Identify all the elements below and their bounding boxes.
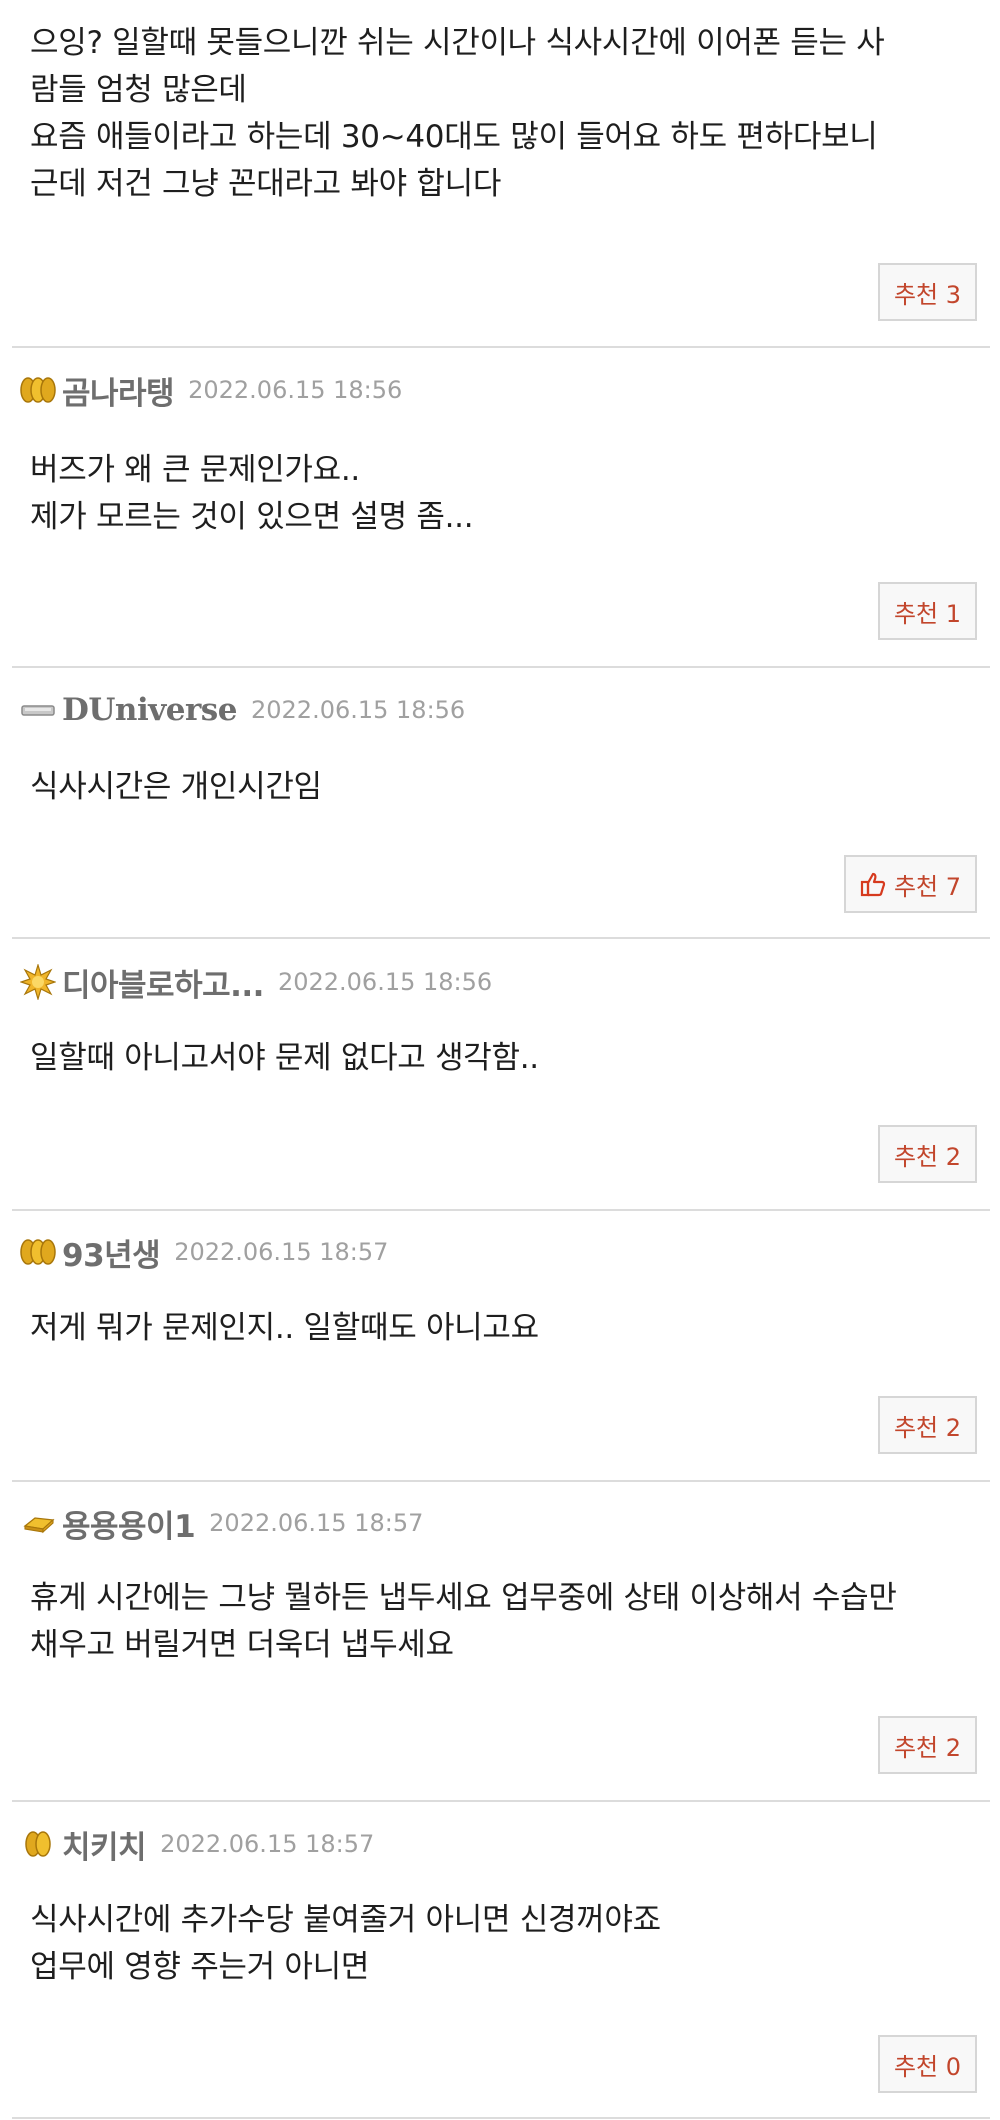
comment-date: 2022.06.15 18:56 <box>277 968 493 996</box>
recommend-button[interactable]: 추천 0 <box>877 2035 977 2093</box>
divider <box>12 1800 990 1802</box>
recommend-button[interactable]: 추천 2 <box>877 1396 977 1454</box>
recommend-count: 추천 1 <box>893 599 961 628</box>
comment-header: 93년생 2022.06.15 18:57 <box>18 1230 389 1275</box>
comment-line: 람들 엄청 많은데 <box>30 72 247 108</box>
recommend-count: 추천 7 <box>893 872 961 901</box>
triple-gold-coin-icon <box>18 1232 58 1272</box>
comment-line: 식사시간에 추가수당 붙여줄거 아니면 신경꺼야죠 <box>30 1902 661 1938</box>
recommend-count: 추천 2 <box>893 1142 961 1171</box>
recommend-button[interactable]: 추천 2 <box>877 1125 977 1183</box>
nickname[interactable]: 용용용이1 <box>62 1501 196 1546</box>
comment-body: 식사시간은 개인시간임 <box>30 764 980 811</box>
recommend-count: 추천 0 <box>893 2052 961 2081</box>
comment-body: 식사시간에 추가수당 붙여줄거 아니면 신경꺼야죠 업무에 영향 주는거 아니면 <box>30 1897 980 1991</box>
comment-date: 2022.06.15 18:57 <box>209 1509 424 1537</box>
silver-bar-icon <box>18 690 58 730</box>
comment-line: 제가 모르는 것이 있으면 설명 좀... <box>30 499 474 535</box>
divider <box>12 2117 990 2119</box>
comment-date: 2022.06.15 18:56 <box>250 696 466 724</box>
triple-gold-coin-icon <box>18 370 58 410</box>
recommend-button[interactable]: 추천 7 <box>843 855 977 913</box>
comment-body: 저게 뭐가 문제인지.. 일할때도 아니고요 <box>30 1305 980 1352</box>
comment-header: DUniverse 2022.06.15 18:56 <box>18 690 465 730</box>
nickname[interactable]: 곰나라탱 <box>62 368 175 413</box>
comment-line: 요즘 애들이라고 하는데 30~40대도 많이 들어요 하도 편하다보니 <box>30 119 878 155</box>
gold-bar-icon <box>18 1503 58 1543</box>
comment-line: 으잉? 일할때 못들으니깐 쉬는 시간이나 식사시간에 이어폰 듣는 사 <box>30 25 885 61</box>
recommend-count: 추천 2 <box>893 1733 961 1762</box>
comment-date: 2022.06.15 18:56 <box>188 376 403 404</box>
recommend-button[interactable]: 추천 1 <box>877 582 977 640</box>
comment-line: 채우고 버릴거면 더욱더 냅두세요 <box>30 1627 454 1663</box>
nickname[interactable]: 93년생 <box>62 1230 161 1275</box>
comment-body: 휴게 시간에는 그냥 뭘하든 냅두세요 업무중에 상태 이상해서 수습만 채우고… <box>30 1575 980 1669</box>
recommend-count: 추천 2 <box>893 1413 961 1442</box>
divider <box>12 937 990 939</box>
double-gold-coin-icon <box>18 1824 58 1864</box>
comment-body: 버즈가 왜 큰 문제인가요.. 제가 모르는 것이 있으면 설명 좀... <box>30 447 980 541</box>
divider <box>12 346 990 348</box>
thumbs-up-icon <box>860 871 886 897</box>
recommend-button[interactable]: 추천 3 <box>877 263 977 321</box>
comment-date: 2022.06.15 18:57 <box>160 1830 375 1858</box>
comment-body: 으잉? 일할때 못들으니깐 쉬는 시간이나 식사시간에 이어폰 듣는 사 람들 … <box>30 20 980 208</box>
comment-line: 일할때 아니고서야 문제 없다고 생각함.. <box>30 1040 539 1076</box>
nickname[interactable]: 디아블로하고... <box>62 960 264 1005</box>
comment-line: 근데 저건 그냥 꼰대라고 봐야 합니다 <box>30 166 502 202</box>
nickname[interactable]: 치키치 <box>62 1822 147 1867</box>
divider <box>12 666 990 668</box>
comment-line: 식사시간은 개인시간임 <box>30 769 322 805</box>
gold-star-burst-icon <box>18 962 58 1002</box>
recommend-count: 추천 3 <box>893 280 961 309</box>
divider <box>12 1480 990 1482</box>
comment-header: 치키치 2022.06.15 18:57 <box>18 1822 375 1867</box>
comment-header: 곰나라탱 2022.06.15 18:56 <box>18 368 403 413</box>
comment-date: 2022.06.15 18:57 <box>174 1238 389 1266</box>
comment-line: 버즈가 왜 큰 문제인가요.. <box>30 452 360 488</box>
comment-line: 업무에 영향 주는거 아니면 <box>30 1949 370 1985</box>
nickname[interactable]: DUniverse <box>62 692 237 728</box>
recommend-button[interactable]: 추천 2 <box>877 1716 977 1774</box>
comment-line: 저게 뭐가 문제인지.. 일할때도 아니고요 <box>30 1310 539 1346</box>
comment-header: 용용용이1 2022.06.15 18:57 <box>18 1501 424 1546</box>
comment-header: 디아블로하고... 2022.06.15 18:56 <box>18 960 493 1005</box>
comment-body: 일할때 아니고서야 문제 없다고 생각함.. <box>30 1035 980 1082</box>
divider <box>12 1209 990 1211</box>
comment-line: 휴게 시간에는 그냥 뭘하든 냅두세요 업무중에 상태 이상해서 수습만 <box>30 1580 897 1616</box>
comment-list: 으잉? 일할때 못들으니깐 쉬는 시간이나 식사시간에 이어폰 듣는 사 람들 … <box>0 0 1000 2120</box>
